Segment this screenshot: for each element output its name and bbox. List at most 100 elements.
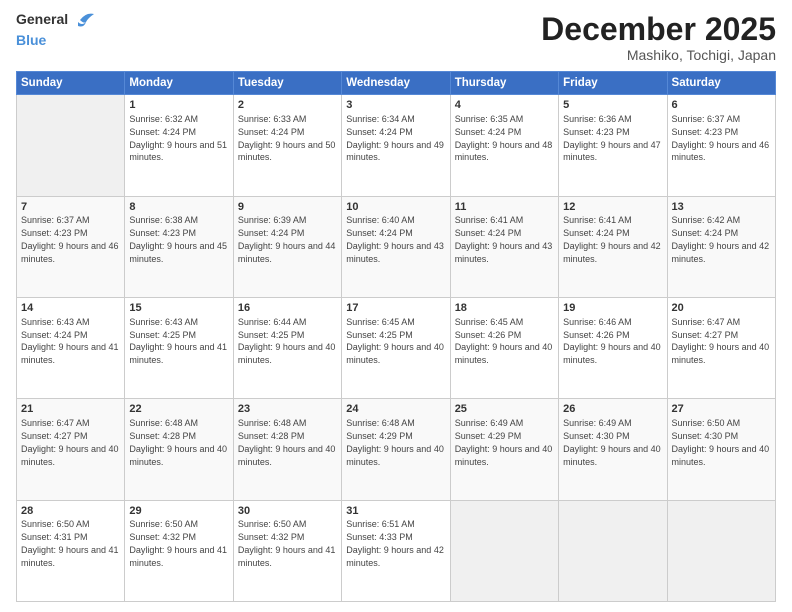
table-cell: 21Sunrise: 6:47 AMSunset: 4:27 PMDayligh… [17,399,125,500]
table-cell: 4Sunrise: 6:35 AMSunset: 4:24 PMDaylight… [450,95,558,196]
day-number: 13 [672,200,771,215]
table-cell: 22Sunrise: 6:48 AMSunset: 4:28 PMDayligh… [125,399,233,500]
day-number: 27 [672,402,771,417]
table-row: 28Sunrise: 6:50 AMSunset: 4:31 PMDayligh… [17,500,776,601]
day-info: Sunrise: 6:41 AMSunset: 4:24 PMDaylight:… [455,215,553,263]
day-number: 23 [238,402,337,417]
day-info: Sunrise: 6:35 AMSunset: 4:24 PMDaylight:… [455,114,553,162]
table-cell: 9Sunrise: 6:39 AMSunset: 4:24 PMDaylight… [233,196,341,297]
logo: General Blue [16,12,94,50]
day-info: Sunrise: 6:47 AMSunset: 4:27 PMDaylight:… [21,418,119,466]
table-cell: 15Sunrise: 6:43 AMSunset: 4:25 PMDayligh… [125,297,233,398]
day-info: Sunrise: 6:45 AMSunset: 4:26 PMDaylight:… [455,317,553,365]
day-number: 22 [129,402,228,417]
day-number: 29 [129,504,228,519]
table-cell: 25Sunrise: 6:49 AMSunset: 4:29 PMDayligh… [450,399,558,500]
day-info: Sunrise: 6:50 AMSunset: 4:31 PMDaylight:… [21,519,119,567]
title-month: December 2025 [541,12,776,47]
day-info: Sunrise: 6:36 AMSunset: 4:23 PMDaylight:… [563,114,661,162]
table-cell: 23Sunrise: 6:48 AMSunset: 4:28 PMDayligh… [233,399,341,500]
day-info: Sunrise: 6:49 AMSunset: 4:29 PMDaylight:… [455,418,553,466]
table-cell [559,500,667,601]
day-info: Sunrise: 6:34 AMSunset: 4:24 PMDaylight:… [346,114,444,162]
day-number: 18 [455,301,554,316]
table-cell: 1Sunrise: 6:32 AMSunset: 4:24 PMDaylight… [125,95,233,196]
table-cell: 3Sunrise: 6:34 AMSunset: 4:24 PMDaylight… [342,95,450,196]
header-wednesday: Wednesday [342,72,450,95]
day-info: Sunrise: 6:43 AMSunset: 4:25 PMDaylight:… [129,317,227,365]
day-number: 21 [21,402,120,417]
day-number: 11 [455,200,554,215]
logo-bird-icon [72,12,94,28]
title-block: December 2025 Mashiko, Tochigi, Japan [541,12,776,63]
day-number: 15 [129,301,228,316]
table-cell: 18Sunrise: 6:45 AMSunset: 4:26 PMDayligh… [450,297,558,398]
table-cell: 26Sunrise: 6:49 AMSunset: 4:30 PMDayligh… [559,399,667,500]
day-number: 17 [346,301,445,316]
title-location: Mashiko, Tochigi, Japan [541,47,776,63]
calendar-page: General Blue December 2025 Mashiko, Toch… [0,0,792,612]
day-number: 26 [563,402,662,417]
day-number: 16 [238,301,337,316]
day-info: Sunrise: 6:47 AMSunset: 4:27 PMDaylight:… [672,317,770,365]
header-monday: Monday [125,72,233,95]
day-number: 31 [346,504,445,519]
day-number: 30 [238,504,337,519]
day-info: Sunrise: 6:43 AMSunset: 4:24 PMDaylight:… [21,317,119,365]
day-info: Sunrise: 6:37 AMSunset: 4:23 PMDaylight:… [672,114,770,162]
day-info: Sunrise: 6:48 AMSunset: 4:29 PMDaylight:… [346,418,444,466]
table-cell: 29Sunrise: 6:50 AMSunset: 4:32 PMDayligh… [125,500,233,601]
header-friday: Friday [559,72,667,95]
day-info: Sunrise: 6:48 AMSunset: 4:28 PMDaylight:… [238,418,336,466]
day-info: Sunrise: 6:32 AMSunset: 4:24 PMDaylight:… [129,114,227,162]
day-number: 19 [563,301,662,316]
table-cell [450,500,558,601]
day-number: 12 [563,200,662,215]
logo-general-text: General [16,12,68,27]
day-info: Sunrise: 6:37 AMSunset: 4:23 PMDaylight:… [21,215,119,263]
table-cell: 16Sunrise: 6:44 AMSunset: 4:25 PMDayligh… [233,297,341,398]
table-row: 21Sunrise: 6:47 AMSunset: 4:27 PMDayligh… [17,399,776,500]
day-number: 4 [455,98,554,113]
day-info: Sunrise: 6:50 AMSunset: 4:32 PMDaylight:… [129,519,227,567]
day-number: 24 [346,402,445,417]
day-info: Sunrise: 6:39 AMSunset: 4:24 PMDaylight:… [238,215,336,263]
day-info: Sunrise: 6:48 AMSunset: 4:28 PMDaylight:… [129,418,227,466]
day-info: Sunrise: 6:51 AMSunset: 4:33 PMDaylight:… [346,519,444,567]
table-cell: 19Sunrise: 6:46 AMSunset: 4:26 PMDayligh… [559,297,667,398]
table-cell: 7Sunrise: 6:37 AMSunset: 4:23 PMDaylight… [17,196,125,297]
day-info: Sunrise: 6:33 AMSunset: 4:24 PMDaylight:… [238,114,336,162]
day-number: 20 [672,301,771,316]
day-number: 10 [346,200,445,215]
table-row: 1Sunrise: 6:32 AMSunset: 4:24 PMDaylight… [17,95,776,196]
day-number: 5 [563,98,662,113]
header-thursday: Thursday [450,72,558,95]
table-cell: 10Sunrise: 6:40 AMSunset: 4:24 PMDayligh… [342,196,450,297]
table-cell: 5Sunrise: 6:36 AMSunset: 4:23 PMDaylight… [559,95,667,196]
day-number: 2 [238,98,337,113]
calendar-table: Sunday Monday Tuesday Wednesday Thursday… [16,71,776,602]
day-number: 9 [238,200,337,215]
calendar-header-row: Sunday Monday Tuesday Wednesday Thursday… [17,72,776,95]
table-cell: 27Sunrise: 6:50 AMSunset: 4:30 PMDayligh… [667,399,775,500]
header-sunday: Sunday [17,72,125,95]
header-saturday: Saturday [667,72,775,95]
day-number: 3 [346,98,445,113]
table-cell: 6Sunrise: 6:37 AMSunset: 4:23 PMDaylight… [667,95,775,196]
day-info: Sunrise: 6:50 AMSunset: 4:32 PMDaylight:… [238,519,336,567]
day-number: 6 [672,98,771,113]
table-cell: 14Sunrise: 6:43 AMSunset: 4:24 PMDayligh… [17,297,125,398]
day-info: Sunrise: 6:45 AMSunset: 4:25 PMDaylight:… [346,317,444,365]
table-cell: 12Sunrise: 6:41 AMSunset: 4:24 PMDayligh… [559,196,667,297]
table-cell [17,95,125,196]
day-info: Sunrise: 6:42 AMSunset: 4:24 PMDaylight:… [672,215,770,263]
day-info: Sunrise: 6:49 AMSunset: 4:30 PMDaylight:… [563,418,661,466]
day-number: 8 [129,200,228,215]
table-cell: 11Sunrise: 6:41 AMSunset: 4:24 PMDayligh… [450,196,558,297]
logo-line: General [16,12,94,28]
table-cell: 2Sunrise: 6:33 AMSunset: 4:24 PMDaylight… [233,95,341,196]
day-info: Sunrise: 6:46 AMSunset: 4:26 PMDaylight:… [563,317,661,365]
table-cell: 28Sunrise: 6:50 AMSunset: 4:31 PMDayligh… [17,500,125,601]
table-cell: 30Sunrise: 6:50 AMSunset: 4:32 PMDayligh… [233,500,341,601]
table-cell: 31Sunrise: 6:51 AMSunset: 4:33 PMDayligh… [342,500,450,601]
